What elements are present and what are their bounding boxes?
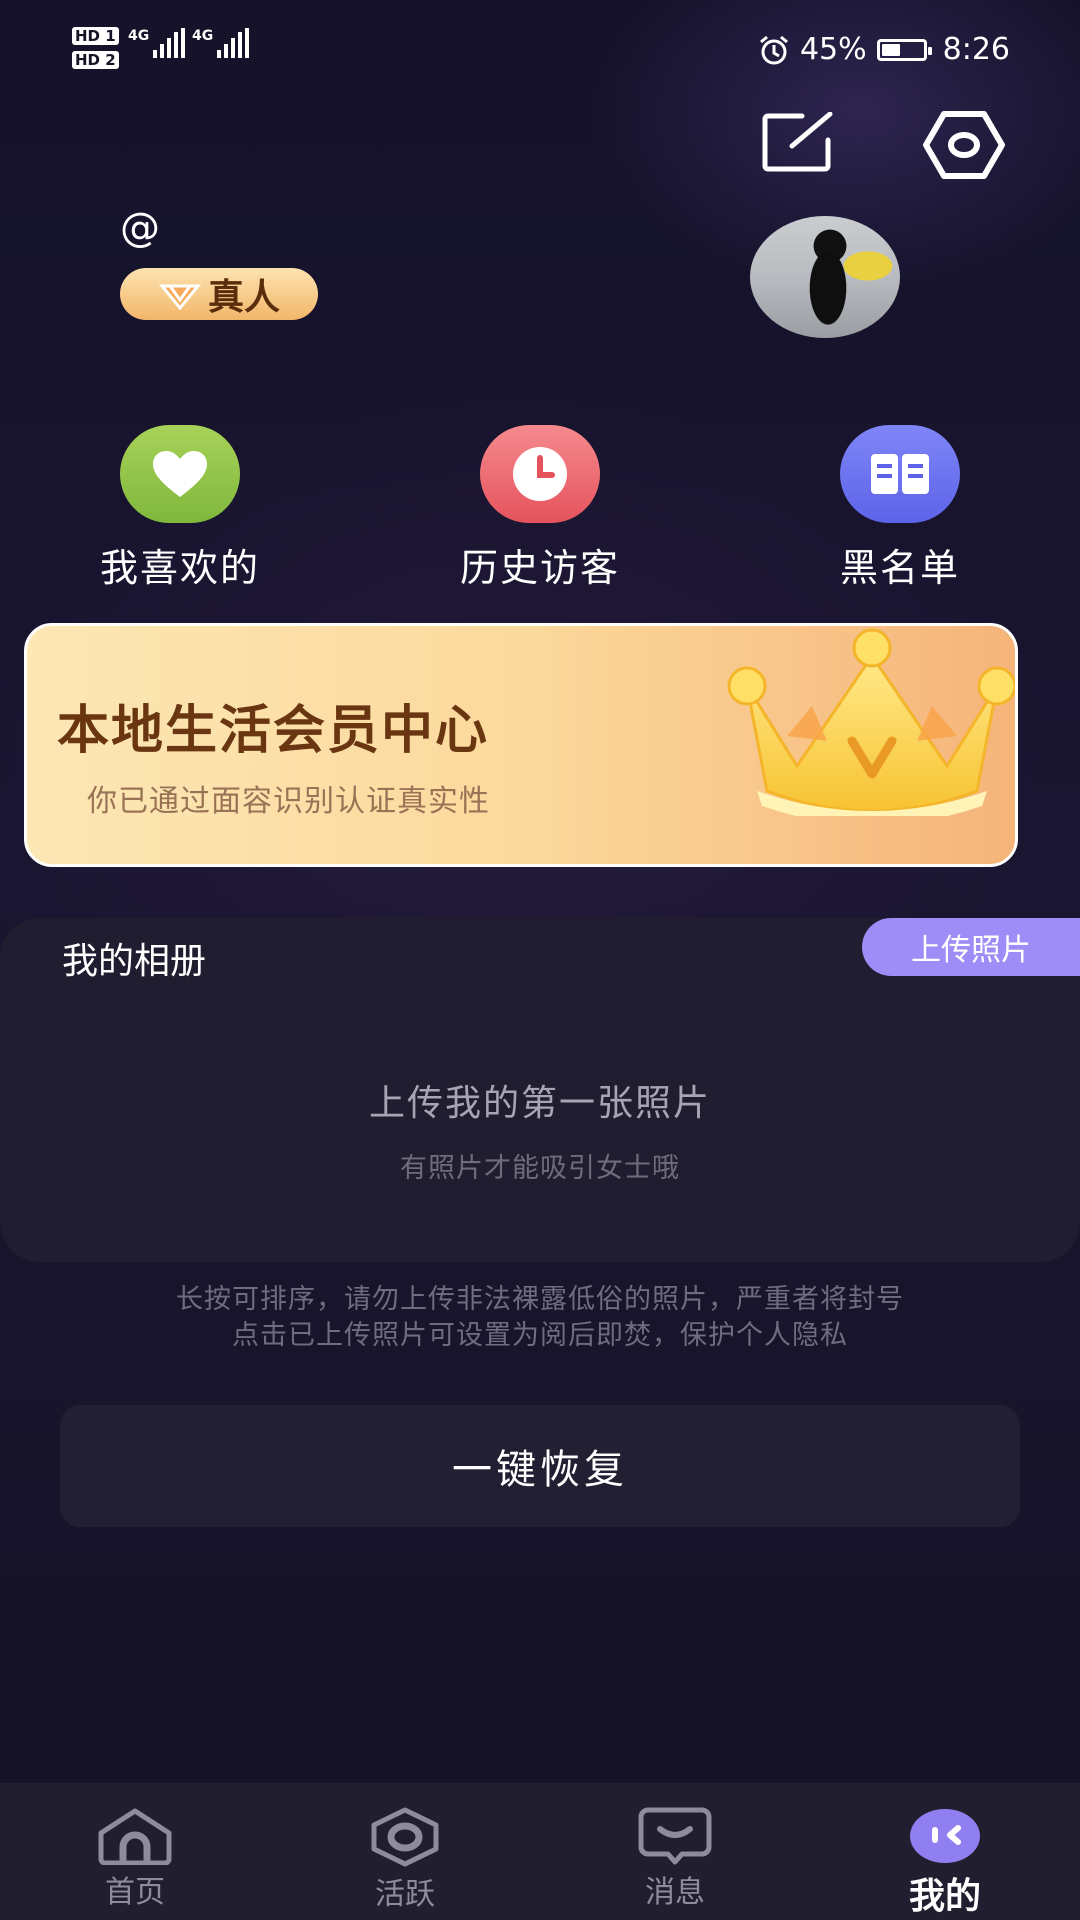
battery-percent: 45% [799,32,867,67]
sim1-text: HD 1 [72,27,119,45]
tab-active-label: 活跃 [375,1877,435,1912]
note-line-2: 点击已上传照片可设置为阅后即焚，保护个人隐私 [232,1320,848,1351]
status-bar: HD 1 HD 2 4G 4G 45% 8:26 [0,18,1080,78]
active-icon [371,1807,439,1867]
signal-1-icon: 4G [128,28,187,58]
album-notes: 长按可排序，请勿上传非法裸露低俗的照片，严重者将封号 点击已上传照片可设置为阅后… [0,1282,1080,1354]
tab-me[interactable]: 我的 [810,1783,1080,1920]
blacklist-pill [840,425,960,523]
clock-icon [513,447,567,501]
blacklist-label: 黑名单 [839,546,960,590]
quick-action-favorites[interactable]: 我喜欢的 [70,425,290,592]
username: @ [120,205,160,251]
quick-action-visitors[interactable]: 历史访客 [430,425,650,592]
tab-home-label: 首页 [105,1875,165,1910]
signal-2-icon: 4G [192,28,251,58]
upload-photo-button[interactable]: 上传照片 [862,918,1080,976]
sim1-label: HD 1 [72,26,119,45]
album-title: 我的相册 [62,941,207,982]
visitors-label: 历史访客 [459,546,620,590]
clock: 8:26 [942,32,1010,67]
verified-badge: 真人 [120,268,318,320]
visitors-pill [480,425,600,523]
tab-messages-label: 消息 [645,1875,705,1910]
battery-icon [876,38,932,61]
banner-subtitle: 你已通过面容识别认证真实性 [87,784,490,819]
alarm-icon [759,35,788,64]
network1-label: 4G [128,28,150,44]
one-click-restore-button[interactable]: 一键恢复 [60,1405,1020,1527]
settings-icon[interactable] [922,110,1006,180]
bottom-tab-bar: 首页 活跃 消息 我的 [0,1783,1080,1920]
sim2-text: HD 2 [72,51,119,69]
edit-profile-icon[interactable] [762,111,834,172]
member-center-banner[interactable]: 本地生活会员中心 你已通过面容识别认证真实性 [24,623,1018,867]
tab-active[interactable]: 活跃 [270,1783,540,1920]
home-icon [98,1808,172,1865]
album-empty-title[interactable]: 上传我的第一张照片 [0,1074,1080,1126]
crown-icon [727,628,1015,816]
tab-messages[interactable]: 消息 [540,1783,810,1920]
album-empty-subtitle: 有照片才能吸引女士哦 [400,1153,680,1184]
note-line-1: 长按可排序，请勿上传非法裸露低俗的照片，严重者将封号 [176,1284,904,1315]
avatar[interactable] [750,216,900,338]
status-right-group: 45% 8:26 [758,32,1010,67]
tab-me-label: 我的 [908,1876,981,1917]
book-icon [871,454,929,494]
banner-title: 本地生活会员中心 [57,701,490,761]
tab-home[interactable]: 首页 [0,1783,270,1920]
sim2-label: HD 2 [72,50,119,69]
network2-label: 4G [192,28,214,44]
favorites-label: 我喜欢的 [99,546,260,590]
quick-action-blacklist[interactable]: 黑名单 [790,425,1010,592]
verified-badge-label: 真人 [207,277,280,318]
heart-icon [153,451,207,497]
message-icon [638,1807,712,1865]
me-icon [910,1809,980,1863]
diamond-icon [158,284,202,311]
sim-indicators: HD 1 HD 2 [72,26,119,69]
favorites-pill [120,425,240,523]
battery-fill [881,43,900,56]
